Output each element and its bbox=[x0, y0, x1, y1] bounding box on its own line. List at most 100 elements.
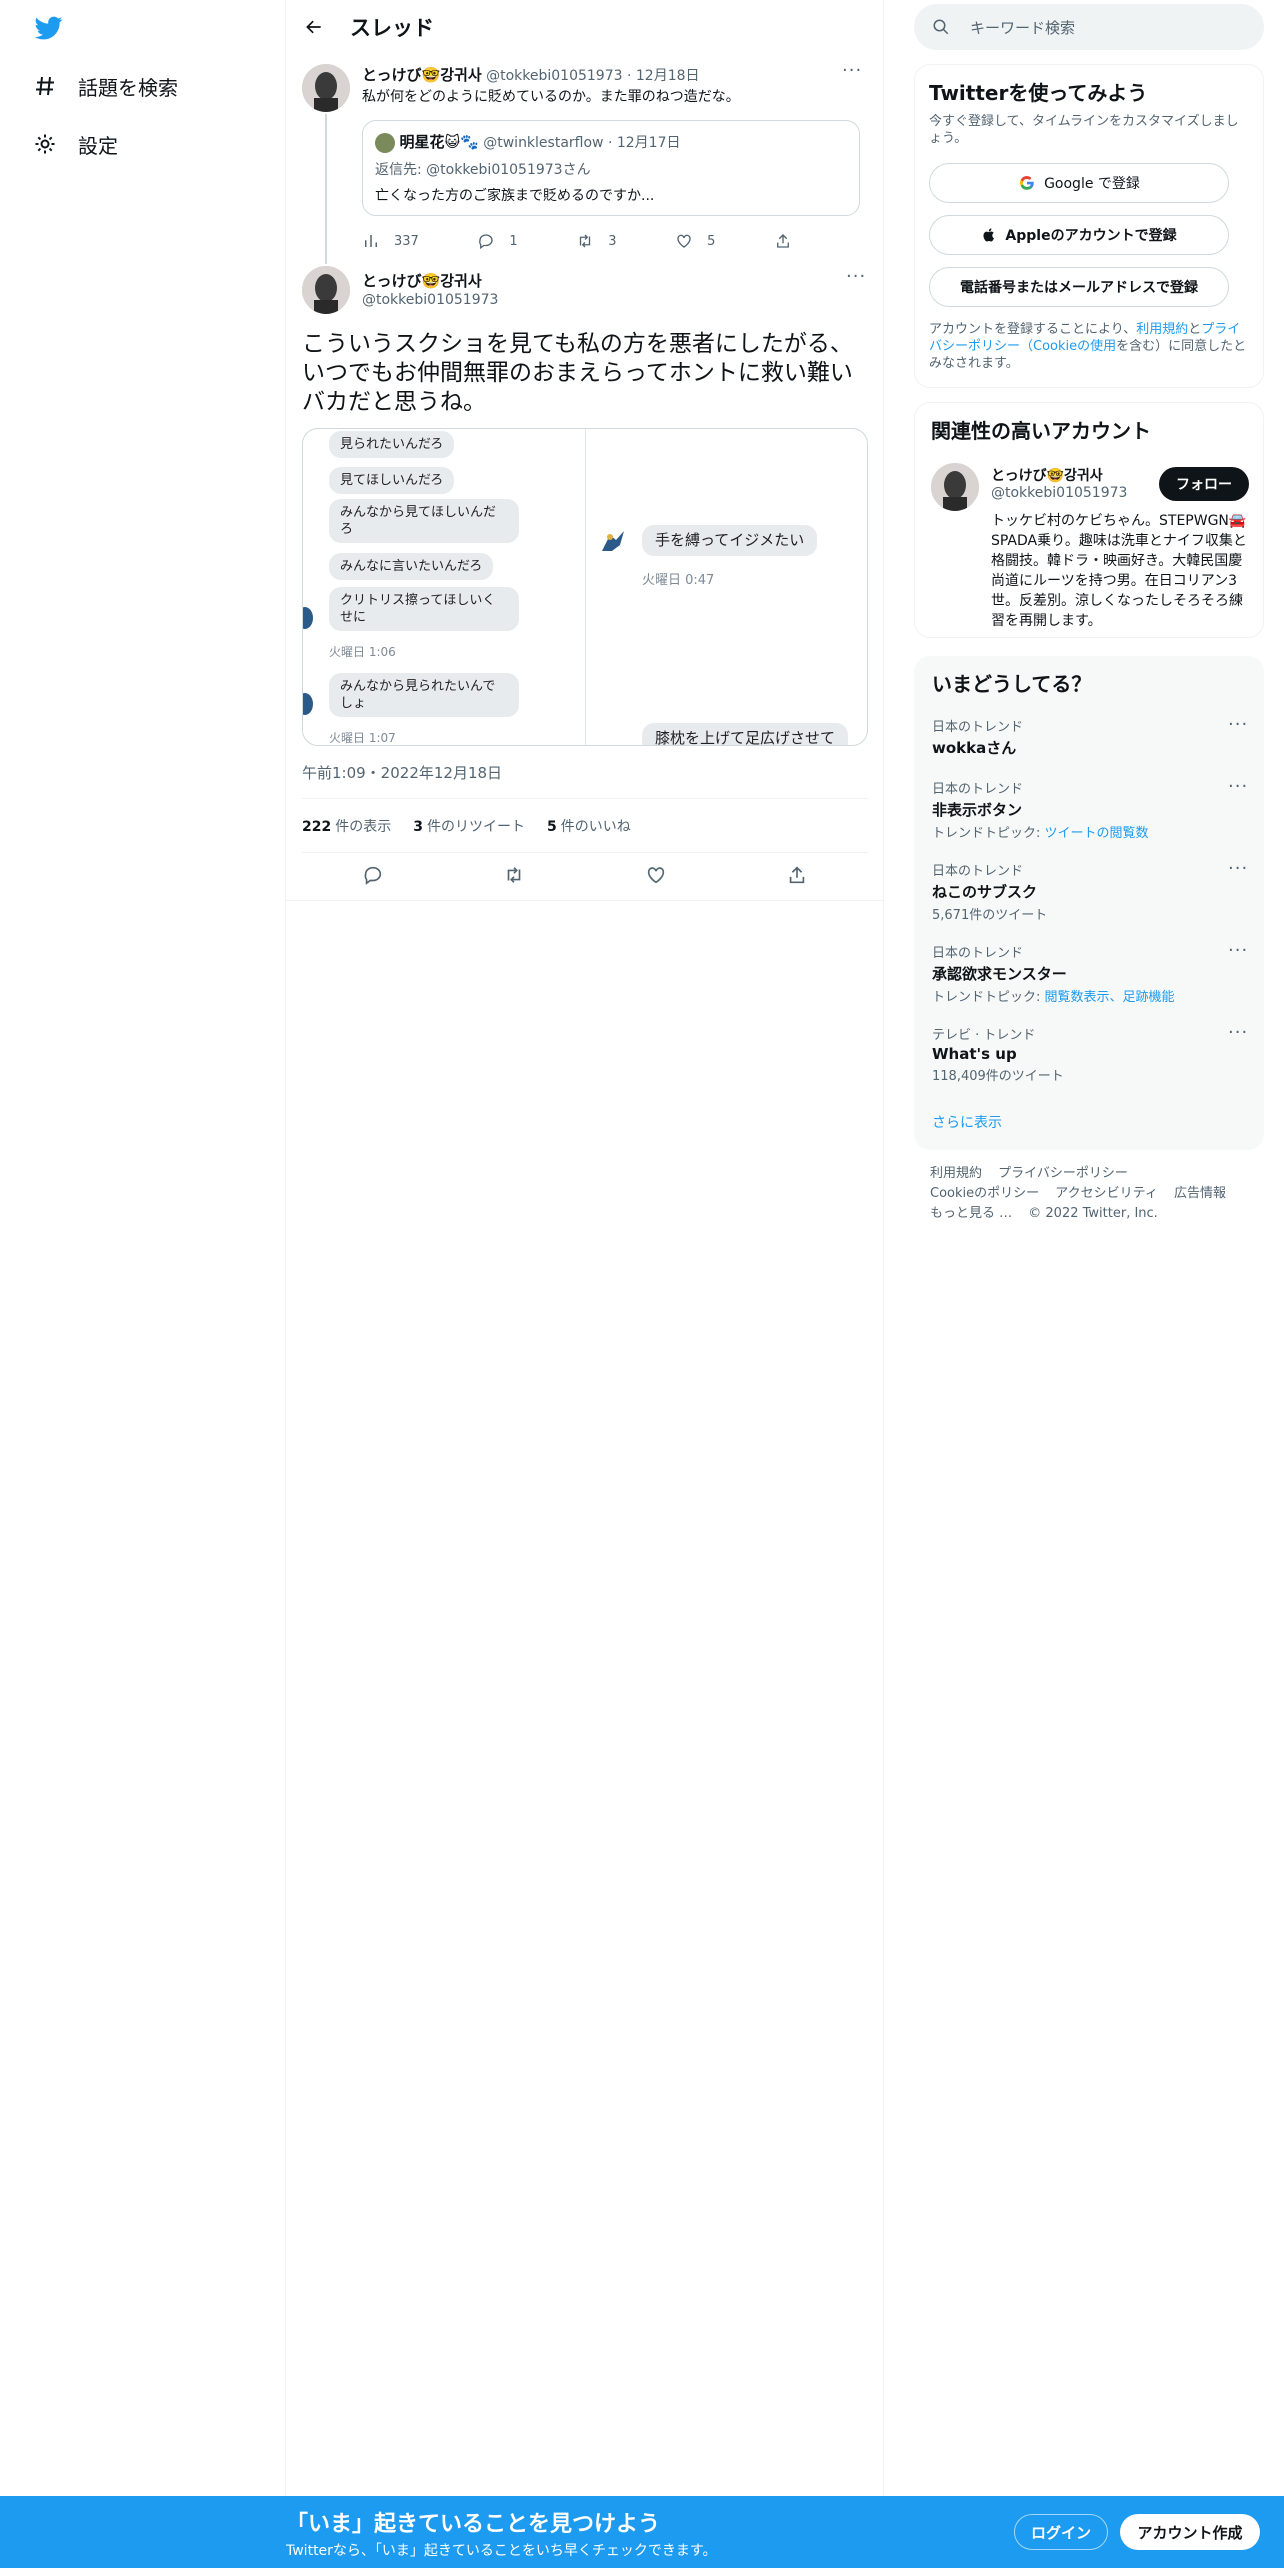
legal-text: アカウントを登録することにより、利用規約とプライバシーポリシー（Cookieの使… bbox=[929, 321, 1251, 372]
terms-link[interactable]: 利用規約 bbox=[1136, 322, 1188, 337]
share-icon[interactable] bbox=[786, 864, 808, 890]
search-input[interactable]: キーワード検索 bbox=[970, 17, 1075, 38]
left-nav: 話題を検索 設定 bbox=[0, 0, 286, 2568]
twitter-bird-icon[interactable] bbox=[32, 14, 66, 42]
apple-signup-button[interactable]: Appleのアカウントで登録 bbox=[929, 215, 1229, 255]
trend-name: 承認欲求モンスター bbox=[932, 965, 1067, 983]
trends-card: いまどうしてる？ 日本のトレンド wokkaさん 日本のトレンド 非表示ボタン … bbox=[914, 656, 1264, 1150]
trend-item[interactable]: 日本のトレンド wokkaさん bbox=[932, 716, 1244, 758]
share-icon bbox=[777, 234, 789, 248]
signup-button[interactable]: アカウント作成 bbox=[1120, 2514, 1260, 2550]
retweet-icon[interactable] bbox=[503, 864, 525, 890]
footer-link[interactable]: Cookieのポリシー bbox=[930, 1186, 1039, 1201]
media-image-left[interactable]: 見られたいんだろ 見てほしいんだろ みんなから見てほしいんだろ みんなに言いたい… bbox=[303, 429, 585, 745]
tweet-media[interactable]: 見られたいんだろ 見てほしいんだろ みんなから見てほしいんだろ みんなに言いたい… bbox=[302, 428, 868, 746]
page-header: スレッド bbox=[286, 0, 884, 53]
tweet-date[interactable]: 12月18日 bbox=[636, 68, 700, 84]
views-stat[interactable]: 222 件の表示 bbox=[302, 816, 391, 836]
card-title: いまどうしてる？ bbox=[932, 672, 1092, 696]
trend-sub-label: トレンドトピック: bbox=[932, 826, 1045, 841]
footer-link[interactable]: 広告情報 bbox=[1174, 1186, 1226, 1201]
stat-label: 件の表示 bbox=[335, 819, 392, 835]
show-more-link[interactable]: さらに表示 bbox=[932, 1112, 1002, 1132]
chat-avatar bbox=[303, 693, 313, 715]
trend-item[interactable]: 日本のトレンド 承認欲求モンスター トレンドトピック: 閲覧数表示、足跡機能 bbox=[932, 942, 1244, 1005]
button-label: Appleのアカウントで登録 bbox=[1005, 228, 1177, 244]
trend-item[interactable]: 日本のトレンド ねこのサブスク 5,671件のツイート bbox=[932, 860, 1244, 923]
avatar[interactable] bbox=[302, 64, 350, 112]
login-button[interactable]: ログイン bbox=[1014, 2514, 1108, 2550]
more-icon[interactable]: ··· bbox=[1228, 860, 1248, 884]
stat-label: 件のリツイート bbox=[426, 819, 525, 835]
more-icon[interactable]: ··· bbox=[846, 268, 866, 292]
more-icon[interactable]: ··· bbox=[842, 62, 862, 86]
trend-name: 非表示ボタン bbox=[932, 801, 1023, 819]
chat-avatar bbox=[303, 607, 313, 629]
more-icon[interactable]: ··· bbox=[1228, 942, 1248, 966]
trend-topic-link[interactable]: ツイートの閲覧数 bbox=[1045, 826, 1149, 841]
quote-date: 12月17日 bbox=[616, 135, 681, 151]
avatar[interactable] bbox=[302, 266, 350, 314]
share-button[interactable] bbox=[774, 232, 792, 250]
footer-link[interactable]: アクセシビリティ bbox=[1055, 1186, 1158, 1201]
footer-link[interactable]: もっと見る … bbox=[930, 1206, 1012, 1221]
legal-part: アカウントを登録することにより、 bbox=[929, 322, 1137, 337]
retweets-stat[interactable]: 3 件のリツイート bbox=[413, 816, 525, 836]
trend-item[interactable]: テレビ · トレンド What's up 118,409件のツイート bbox=[932, 1024, 1244, 1084]
views-stat[interactable]: 337 bbox=[362, 232, 419, 250]
quoted-tweet[interactable]: 明星花😺🐾 @twinklestarflow · 12月17日 返信先: @to… bbox=[362, 120, 860, 216]
trend-item[interactable]: 日本のトレンド 非表示ボタン トレンドトピック: ツイートの閲覧数 bbox=[932, 778, 1244, 841]
quote-author-handle: @twinklestarflow bbox=[483, 135, 604, 151]
heart-icon[interactable] bbox=[645, 864, 667, 890]
hashtag-icon bbox=[32, 73, 58, 99]
card-subtitle: 今すぐ登録して、タイムラインをカスタマイズしましょう。 bbox=[929, 114, 1239, 146]
more-icon[interactable]: ··· bbox=[1228, 1024, 1248, 1048]
retweet-button[interactable]: 3 bbox=[576, 232, 617, 250]
more-icon[interactable]: ··· bbox=[1228, 778, 1248, 802]
more-icon[interactable]: ··· bbox=[1228, 716, 1248, 740]
follow-button[interactable]: フォロー bbox=[1159, 467, 1249, 501]
tweet-timestamp[interactable]: 午前1:09・2022年12月18日 bbox=[302, 762, 502, 783]
reply-icon bbox=[479, 234, 494, 250]
reply-icon[interactable] bbox=[362, 864, 384, 890]
avatar bbox=[375, 133, 395, 153]
trend-topic-link[interactable]: 閲覧数表示、足跡機能 bbox=[1045, 990, 1175, 1005]
like-button[interactable]: 5 bbox=[675, 232, 715, 250]
media-image-right[interactable]: 手を縛ってイジメたい 火曜日 0:47 膝枕を上げて足広げさせて bbox=[585, 429, 867, 745]
arrow-left-icon[interactable] bbox=[300, 13, 328, 41]
reply-button[interactable]: 1 bbox=[477, 232, 518, 250]
trend-category: 日本のトレンド bbox=[932, 946, 1024, 961]
footer-link[interactable]: プライバシーポリシー bbox=[998, 1166, 1128, 1181]
chat-bubble: 手を縛ってイジメたい bbox=[642, 525, 818, 556]
nav-item-explore[interactable]: 話題を検索 bbox=[32, 66, 178, 106]
sidebar-footer: 利用規約 プライバシーポリシー Cookieのポリシー アクセシビリティ 広告情… bbox=[930, 1164, 1250, 1224]
trend-subtitle: トレンドトピック: ツイートの閲覧数 bbox=[932, 822, 1244, 841]
signup-card: Twitterを使ってみよう 今すぐ登録して、タイムラインをカスタマイズしましょ… bbox=[914, 64, 1264, 388]
stat-number: 222 bbox=[302, 819, 332, 835]
account-name[interactable]: とっけび🤓강귀사 bbox=[991, 465, 1103, 485]
avatar[interactable] bbox=[931, 463, 979, 511]
author-handle[interactable]: @tokkebi01051973 bbox=[362, 292, 498, 308]
trend-name: wokkaさん bbox=[932, 739, 1017, 757]
views-count: 337 bbox=[394, 233, 419, 249]
nav-item-label: 設定 bbox=[78, 133, 118, 158]
trend-category: テレビ · トレンド bbox=[932, 1028, 1036, 1043]
likes-stat[interactable]: 5 件のいいね bbox=[547, 816, 631, 836]
dot-separator: · bbox=[607, 135, 613, 151]
thread-line bbox=[325, 114, 327, 264]
footer-link[interactable]: 利用規約 bbox=[930, 1166, 982, 1181]
account-handle[interactable]: @tokkebi01051973 bbox=[991, 485, 1127, 501]
button-label: 電話番号またはメールアドレスで登録 bbox=[960, 280, 1198, 296]
phone-email-signup-button[interactable]: 電話番号またはメールアドレスで登録 bbox=[929, 267, 1229, 307]
author-name[interactable]: とっけび🤓강귀사 bbox=[362, 270, 482, 291]
dot-separator: · bbox=[626, 68, 632, 84]
trend-name: ねこのサブスク bbox=[932, 883, 1038, 901]
chat-time: 火曜日 1:06 bbox=[329, 645, 396, 659]
author-handle[interactable]: @tokkebi01051973 bbox=[486, 68, 622, 84]
search-bar[interactable]: キーワード検索 bbox=[914, 4, 1264, 50]
author-name[interactable]: とっけび🤓강귀사 bbox=[362, 66, 482, 84]
google-signup-button[interactable]: Google で登録 bbox=[929, 163, 1229, 203]
stat-label: 件のいいね bbox=[560, 819, 631, 835]
nav-item-settings[interactable]: 設定 bbox=[32, 124, 118, 164]
trend-subtitle: 5,671件のツイート bbox=[932, 908, 1048, 923]
